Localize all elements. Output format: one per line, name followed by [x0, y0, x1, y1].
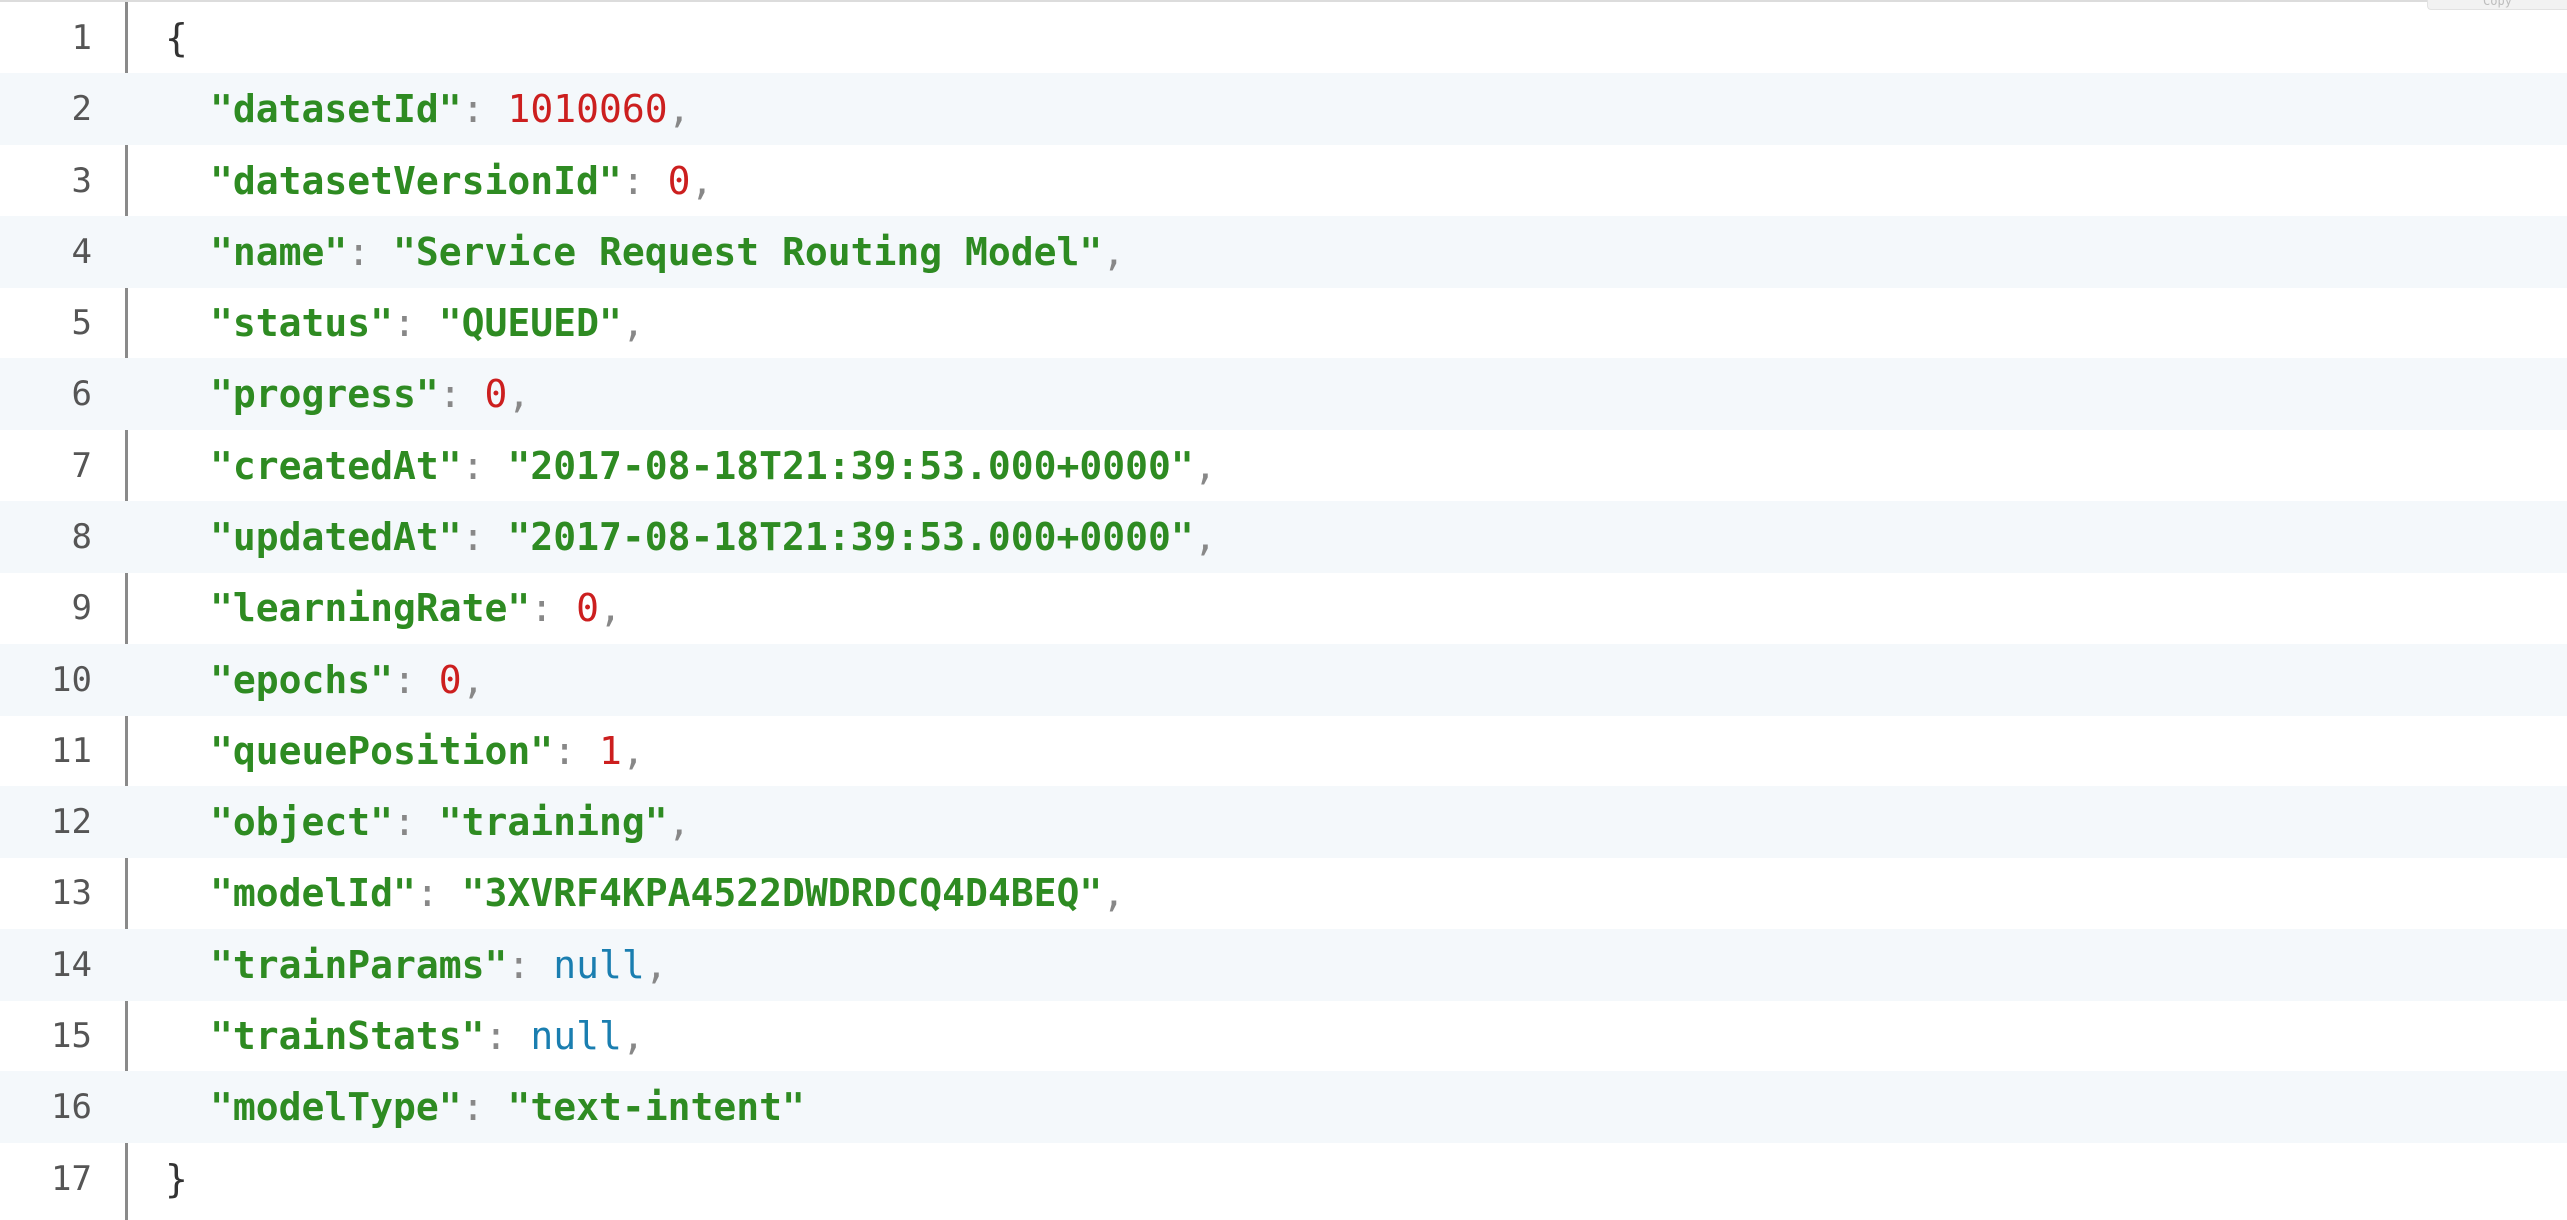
code-line: 13 "modelId": "3XVRF4KPA4522DWDRDCQ4D4BE…	[0, 857, 2567, 929]
json-value: "3XVRF4KPA4522DWDRDCQ4D4BEQ"	[461, 871, 1103, 915]
code-line: 10 "epochs": 0,	[0, 644, 2567, 716]
json-value: 1	[598, 729, 622, 773]
code-line: 2 "datasetId": 1010060,	[0, 73, 2567, 145]
json-key: "datasetVersionId"	[210, 159, 622, 203]
code-line: 9 "learningRate": 0,	[0, 572, 2567, 644]
json-key: "updatedAt"	[210, 515, 462, 559]
json-key: "createdAt"	[210, 444, 462, 488]
json-key: "modelType"	[210, 1085, 462, 1129]
line-number: 7	[71, 446, 92, 486]
json-value: "QUEUED"	[438, 301, 622, 345]
code-line: 12 "object": "training",	[0, 786, 2567, 858]
json-value: 0	[484, 372, 508, 416]
line-number: 9	[71, 588, 92, 628]
line-content: "queuePosition": 1,	[210, 729, 645, 773]
open-brace: {	[165, 16, 188, 60]
line-content: "trainStats": null,	[210, 1014, 645, 1058]
json-key: "epochs"	[210, 658, 394, 702]
line-content: "updatedAt": "2017-08-18T21:39:53.000+00…	[210, 515, 1217, 559]
line-content: "progress": 0,	[210, 372, 531, 416]
json-value: null	[530, 1014, 622, 1058]
code-line: 7 "createdAt": "2017-08-18T21:39:53.000+…	[0, 430, 2567, 502]
json-value: "text-intent"	[507, 1085, 805, 1129]
line-content: "trainParams": null,	[210, 943, 668, 987]
json-key: "queuePosition"	[210, 729, 554, 773]
json-value: "training"	[438, 800, 668, 844]
json-value: "2017-08-18T21:39:53.000+0000"	[507, 515, 1194, 559]
close-brace: }	[165, 1157, 188, 1201]
json-value: 0	[667, 159, 691, 203]
line-number: 2	[71, 89, 92, 129]
json-key: "learningRate"	[210, 586, 531, 630]
line-number: 10	[51, 660, 92, 700]
code-line: 17 }	[0, 1143, 2567, 1215]
line-number: 8	[71, 517, 92, 557]
code-line: 16 "modelType": "text-intent"	[0, 1071, 2567, 1143]
line-number: 5	[71, 303, 92, 343]
code-line: 8 "updatedAt": "2017-08-18T21:39:53.000+…	[0, 501, 2567, 573]
json-value: null	[553, 943, 645, 987]
line-number: 15	[51, 1016, 92, 1056]
code-line: 14 "trainParams": null,	[0, 929, 2567, 1001]
line-number: 1	[71, 18, 92, 58]
json-value: 0	[438, 658, 462, 702]
code-line: 11 "queuePosition": 1,	[0, 715, 2567, 787]
code-line: 15 "trainStats": null,	[0, 1000, 2567, 1072]
json-key: "trainStats"	[210, 1014, 485, 1058]
line-number: 3	[71, 161, 92, 201]
code-line: 4 "name": "Service Request Routing Model…	[0, 216, 2567, 288]
line-number: 6	[71, 374, 92, 414]
line-number: 17	[51, 1159, 92, 1199]
json-value: "Service Request Routing Model"	[393, 230, 1103, 274]
line-content: "createdAt": "2017-08-18T21:39:53.000+00…	[210, 444, 1217, 488]
json-value: 1010060	[507, 87, 668, 131]
code-line: 3 "datasetVersionId": 0,	[0, 145, 2567, 217]
line-number: 16	[51, 1087, 92, 1127]
json-key: "object"	[210, 800, 394, 844]
code-line: 5 "status": "QUEUED",	[0, 287, 2567, 359]
line-content: "status": "QUEUED",	[210, 301, 645, 345]
line-content: "name": "Service Request Routing Model",	[210, 230, 1126, 274]
line-content: "epochs": 0,	[210, 658, 485, 702]
line-content: "datasetId": 1010060,	[210, 87, 691, 131]
json-key: "name"	[210, 230, 348, 274]
json-value: 0	[576, 586, 599, 630]
json-key: "status"	[210, 301, 394, 345]
line-number: 4	[71, 232, 92, 272]
code-line: 6 "progress": 0,	[0, 358, 2567, 430]
line-content: "learningRate": 0,	[210, 586, 622, 630]
line-content: "modelId": "3XVRF4KPA4522DWDRDCQ4D4BEQ",	[210, 871, 1126, 915]
json-key: "modelId"	[210, 871, 416, 915]
code-line: 1 {	[0, 2, 2567, 74]
line-number: 11	[51, 731, 92, 771]
line-number: 13	[51, 873, 92, 913]
line-number: 12	[51, 802, 92, 842]
line-number: 14	[51, 945, 92, 985]
line-content: "datasetVersionId": 0,	[210, 159, 714, 203]
json-key: "trainParams"	[210, 943, 508, 987]
json-key: "progress"	[210, 372, 439, 416]
line-content: "modelType": "text-intent"	[210, 1085, 805, 1129]
line-content: }	[165, 1157, 188, 1201]
json-value: "2017-08-18T21:39:53.000+0000"	[507, 444, 1194, 488]
line-content: "object": "training",	[210, 800, 691, 844]
json-key: "datasetId"	[210, 87, 462, 131]
line-content: {	[165, 16, 188, 60]
json-code-block: 1 { 2 "datasetId": 1010060, 3 "datasetVe…	[0, 2, 2567, 1220]
